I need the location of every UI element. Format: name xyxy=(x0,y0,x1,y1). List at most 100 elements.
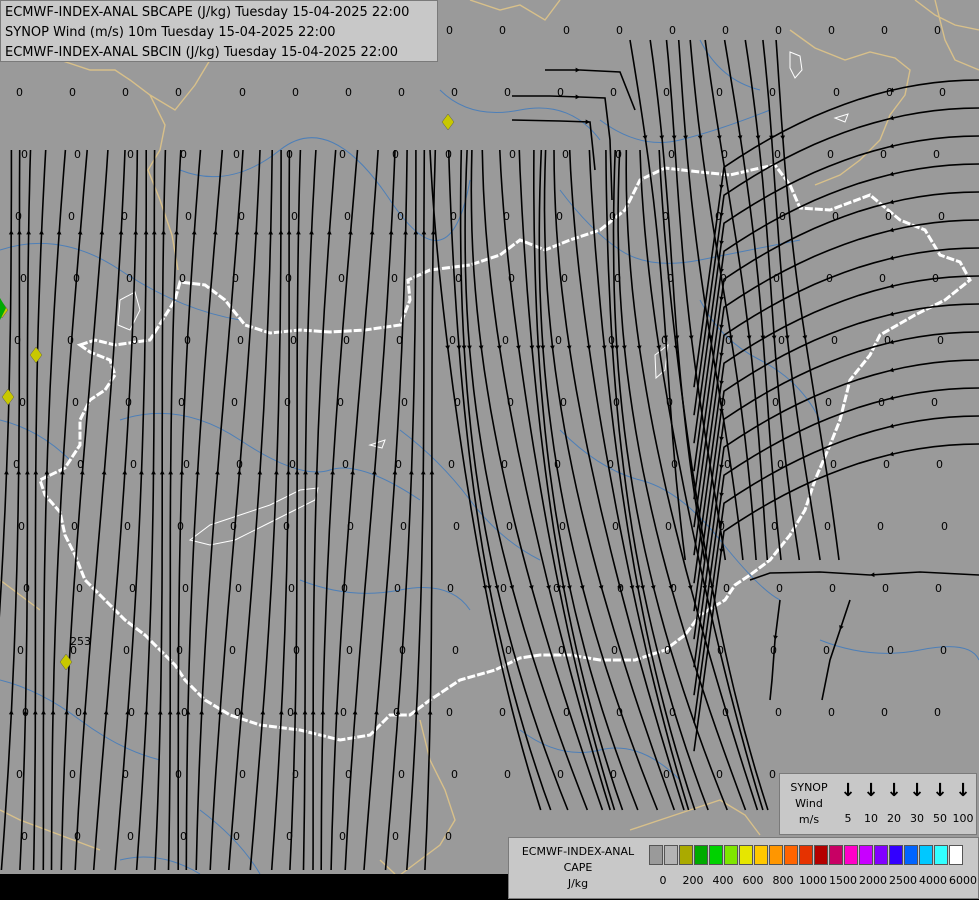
cape-value-label: 0 xyxy=(887,644,894,657)
cape-value-label: 0 xyxy=(345,86,352,99)
cape-value-label: 0 xyxy=(76,582,83,595)
cape-value-label: 0 xyxy=(126,272,133,285)
cape-value-label: 0 xyxy=(18,520,25,533)
cape-value-label: 0 xyxy=(284,396,291,409)
wind-legend-arrow-icon: ↓ xyxy=(840,780,856,801)
cape-value-label: 0 xyxy=(935,582,942,595)
cape-color-swatch xyxy=(814,845,828,865)
map-title-box: ECMWF-INDEX-ANAL SBCAPE (J/kg) Tuesday 1… xyxy=(0,0,438,62)
wind-legend-title: SYNOP xyxy=(790,781,828,794)
cape-value-label: 0 xyxy=(610,768,617,781)
cape-value-label: 0 xyxy=(661,334,668,347)
cape-value-label: 0 xyxy=(720,272,727,285)
cape-value-label: 0 xyxy=(338,272,345,285)
cape-value-label: 0 xyxy=(559,520,566,533)
cape-value-label: 0 xyxy=(833,86,840,99)
cape-value-label: 0 xyxy=(342,458,349,471)
cape-value-label: 0 xyxy=(556,210,563,223)
cape-value-label: 0 xyxy=(239,768,246,781)
cape-color-swatch xyxy=(904,845,918,865)
cape-value-label: 0 xyxy=(447,582,454,595)
cape-value-label: 0 xyxy=(831,334,838,347)
cape-value-label: 0 xyxy=(292,86,299,99)
cape-value-label: 0 xyxy=(615,148,622,161)
cape-value-label: 0 xyxy=(941,520,948,533)
cape-value-label: 0 xyxy=(501,458,508,471)
cape-value-label: 0 xyxy=(231,396,238,409)
cape-value-label: 0 xyxy=(668,148,675,161)
title-line-cin: ECMWF-INDEX-ANAL SBCIN (J/kg) Tuesday 15… xyxy=(5,45,399,60)
cape-value-label: 0 xyxy=(346,644,353,657)
cape-value-label: 0 xyxy=(885,210,892,223)
cape-value-label: 0 xyxy=(339,148,346,161)
cape-value-label: 0 xyxy=(185,210,192,223)
cape-value-label: 0 xyxy=(127,830,134,843)
cape-value-label: 0 xyxy=(558,644,565,657)
cape-value-label: 0 xyxy=(616,24,623,37)
cape-color-swatch xyxy=(679,845,693,865)
cape-legend-title: CAPE xyxy=(563,861,593,874)
map-background xyxy=(0,0,979,900)
cape-value-label: 0 xyxy=(722,706,729,719)
cape-value-label: 0 xyxy=(669,706,676,719)
cape-value-label: 0 xyxy=(775,706,782,719)
title-line-cape: ECMWF-INDEX-ANAL SBCAPE (J/kg) Tuesday 1… xyxy=(5,5,410,20)
cape-value-label: 0 xyxy=(561,272,568,285)
cape-scale-tick-label: 800 xyxy=(772,874,794,887)
cape-color-swatch xyxy=(859,845,873,865)
cape-scale-tick-label: 6000 xyxy=(949,874,977,887)
cape-value-label: 0 xyxy=(772,396,779,409)
cape-value-label: 0 xyxy=(232,272,239,285)
cape-value-label: 0 xyxy=(562,148,569,161)
cape-value-label: 0 xyxy=(504,86,511,99)
cape-value-label: 0 xyxy=(616,706,623,719)
cape-value-label: 0 xyxy=(614,272,621,285)
cape-value-label: 0 xyxy=(399,644,406,657)
cape-value-label: 0 xyxy=(499,706,506,719)
cape-scale-tick-label: 400 xyxy=(712,874,734,887)
cape-value-label: 0 xyxy=(553,582,560,595)
cape-value-label: 0 xyxy=(502,334,509,347)
cape-value-label: 0 xyxy=(936,458,943,471)
cape-value-label: 0 xyxy=(293,644,300,657)
cape-value-label: 0 xyxy=(69,86,76,99)
cape-value-label: 0 xyxy=(129,582,136,595)
cape-value-label: 0 xyxy=(933,148,940,161)
cape-value-label: 0 xyxy=(500,582,507,595)
cape-value-label: 0 xyxy=(451,86,458,99)
cape-value-label: 0 xyxy=(886,86,893,99)
weather-map[interactable]: 0 0 0 0 0 0 0 0 0 0 0 0 0 0 0 0 0 0 0 0 0 0 0 0 0 0 0 0 0 0 0 0 0 0 0 0 0 0 0 0… xyxy=(0,0,979,900)
cape-value-label: 0 xyxy=(177,520,184,533)
cape-value-label: 0 xyxy=(13,458,20,471)
cape-value-label: 0 xyxy=(826,272,833,285)
cape-value-label: 0 xyxy=(718,520,725,533)
cape-value-label: 0 xyxy=(21,830,28,843)
cape-value-label: 0 xyxy=(285,272,292,285)
cape-value-label: 0 xyxy=(182,582,189,595)
cape-value-label: 0 xyxy=(233,830,240,843)
cape-scale-tick-label: 0 xyxy=(659,874,667,887)
cape-value-label: 0 xyxy=(879,272,886,285)
cape-value-label: 0 xyxy=(123,644,130,657)
cape-value-label: 0 xyxy=(931,396,938,409)
cape-value-label: 0 xyxy=(932,272,939,285)
cape-value-label: 0 xyxy=(131,334,138,347)
cape-value-label: 0 xyxy=(397,210,404,223)
cape-value-label: 0 xyxy=(507,396,514,409)
cape-value-label: 0 xyxy=(289,458,296,471)
wind-legend-value: 10 xyxy=(864,812,878,825)
cape-value-label: 0 xyxy=(401,396,408,409)
cape-value-label: 0 xyxy=(557,768,564,781)
cape-value-label: 0 xyxy=(884,334,891,347)
cape-value-label: 0 xyxy=(455,272,462,285)
cape-value-label: 0 xyxy=(400,520,407,533)
cape-value-label: 0 xyxy=(832,210,839,223)
cape-color-swatch xyxy=(754,845,768,865)
wind-legend-value: 30 xyxy=(910,812,924,825)
cape-value-label: 0 xyxy=(449,334,456,347)
cape-value-label: 0 xyxy=(176,644,183,657)
cape-value-label: 0 xyxy=(613,396,620,409)
cape-value-label: 0 xyxy=(69,768,76,781)
cape-color-swatch xyxy=(694,845,708,865)
wind-legend-value: 100 xyxy=(952,812,974,825)
